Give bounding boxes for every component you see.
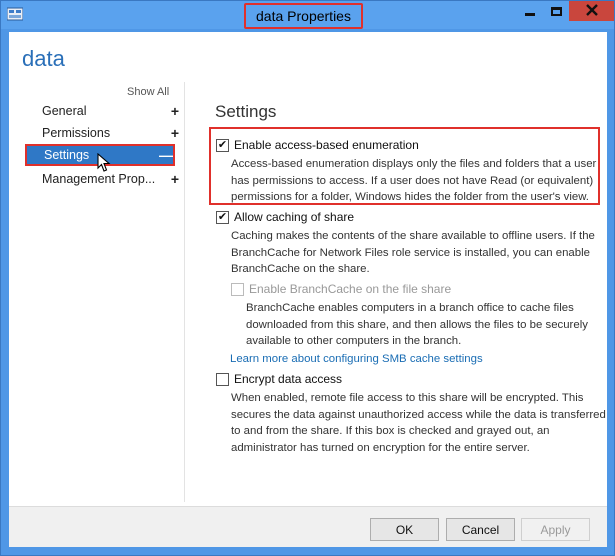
nav-item-label: Permissions xyxy=(42,126,111,140)
dialog-footer: OK Cancel Apply xyxy=(9,506,607,547)
encrypt-checkbox-row[interactable]: Encrypt data access xyxy=(216,372,342,386)
cancel-button[interactable]: Cancel xyxy=(446,518,515,541)
collapse-icon: — xyxy=(159,147,173,163)
ok-button[interactable]: OK xyxy=(370,518,439,541)
window-title-highlight: data Properties xyxy=(244,3,363,29)
desc-line: administrator has turned on encryption f… xyxy=(231,441,530,454)
page-heading: data xyxy=(22,46,65,71)
caching-description: Caching makes the contents of the share … xyxy=(231,228,595,278)
section-title: Settings xyxy=(215,102,277,121)
nav-item-label: Management Prop... xyxy=(42,172,156,186)
branchcache-label: Enable BranchCache on the file share xyxy=(249,282,452,296)
abe-checkbox-row[interactable]: ✔ Enable access-based enumeration xyxy=(216,138,419,152)
window-title: data Properties xyxy=(256,8,351,24)
abe-description: Access-based enumeration displays only t… xyxy=(231,156,596,206)
properties-window: data Properties data Show All General + … xyxy=(0,0,615,556)
abe-checkbox[interactable]: ✔ xyxy=(216,138,229,152)
desc-line: BranchCache on the share. xyxy=(231,263,370,275)
branchcache-checkbox-row[interactable]: Enable BranchCache on the file share xyxy=(231,282,451,296)
nav-item-general[interactable]: General + xyxy=(25,101,182,121)
title-bar[interactable]: data Properties xyxy=(1,1,614,29)
minimize-icon xyxy=(525,12,535,16)
desc-line: BranchCache enables computers in a branc… xyxy=(246,302,574,314)
encrypt-label: Encrypt data access xyxy=(234,372,343,386)
desc-line: downloaded from this share, and then all… xyxy=(246,318,588,331)
desc-line: When enabled, remote file access to this… xyxy=(231,392,584,404)
minimize-button[interactable] xyxy=(517,1,543,21)
desc-line: secures the data against unauthorized ac… xyxy=(231,408,606,421)
desc-line: has permissions to access. If a user doe… xyxy=(231,174,594,187)
nav-item-label: General xyxy=(42,104,87,118)
desc-line: available to other computers in the bran… xyxy=(246,335,462,347)
desc-line: permissions for a folder, Windows hides … xyxy=(231,191,589,203)
server-manager-icon[interactable] xyxy=(6,7,24,21)
close-button[interactable] xyxy=(569,1,614,21)
encrypt-checkbox[interactable] xyxy=(216,372,229,386)
expand-icon: + xyxy=(170,125,180,141)
branchcache-checkbox[interactable] xyxy=(231,282,244,296)
caching-label: Allow caching of share xyxy=(234,210,355,224)
apply-button[interactable]: Apply xyxy=(521,518,590,541)
caching-checkbox-row[interactable]: ✔ Allow caching of share xyxy=(216,210,354,224)
nav-item-label: Settings xyxy=(44,148,90,162)
dialog-client-area: data Show All General + Permissions + Se… xyxy=(9,32,607,547)
expand-icon: + xyxy=(170,171,180,187)
maximize-button[interactable] xyxy=(543,1,569,21)
maximize-icon xyxy=(550,6,562,16)
desc-line: to and from the share. If this box is ch… xyxy=(231,425,550,437)
smb-cache-settings-link[interactable]: Learn more about configuring SMB cache s… xyxy=(230,353,483,365)
branchcache-description: BranchCache enables computers in a branc… xyxy=(246,300,588,350)
encrypt-description: When enabled, remote file access to this… xyxy=(231,390,606,456)
nav-item-permissions[interactable]: Permissions + xyxy=(25,123,182,143)
desc-line: Caching makes the contents of the share … xyxy=(231,230,595,242)
desc-line: BranchCache for Network Files role servi… xyxy=(231,246,590,259)
nav-divider xyxy=(184,82,185,502)
expand-icon: + xyxy=(170,103,180,119)
close-icon xyxy=(585,3,598,19)
desc-line: Access-based enumeration displays only t… xyxy=(231,158,597,170)
caching-checkbox[interactable]: ✔ xyxy=(216,210,229,224)
abe-label: Enable access-based enumeration xyxy=(234,138,419,152)
mouse-pointer-icon xyxy=(97,152,111,173)
show-all-link[interactable]: Show All xyxy=(127,86,169,98)
